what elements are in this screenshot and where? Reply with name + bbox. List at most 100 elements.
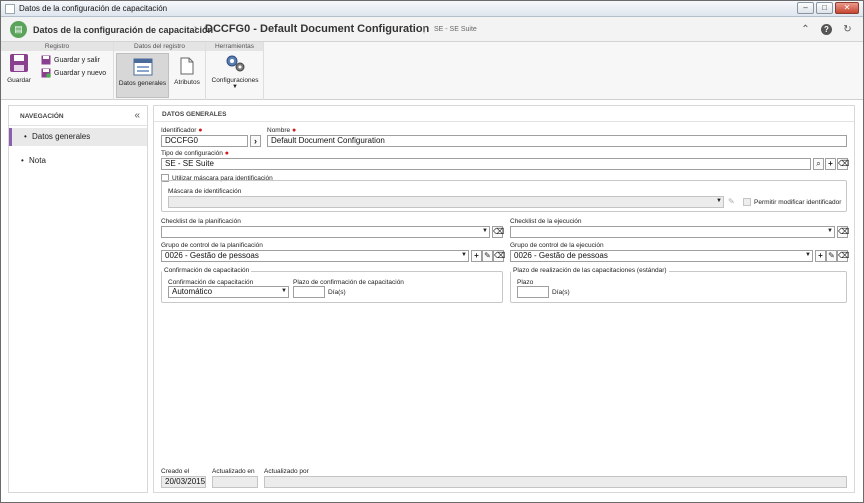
- ribbon-group-registro: Registro Guardar Guardar y salir Guardar…: [1, 42, 114, 100]
- clear-icon[interactable]: ⌫: [837, 226, 849, 238]
- ribbon-group-title: Registro: [1, 42, 113, 51]
- title-bar: Datos de la configuración de capacitació…: [1, 1, 863, 17]
- edit-icon[interactable]: ✎: [826, 250, 837, 262]
- save-new-button[interactable]: Guardar y nuevo: [41, 68, 106, 78]
- confirmation-group-label: Confirmación de capacitación: [162, 267, 252, 274]
- mask-select[interactable]: [168, 196, 724, 208]
- name-label: Nombre ●: [267, 127, 297, 134]
- settings-button[interactable]: Configuraciones ▼: [209, 53, 261, 90]
- checklist-exec-label: Checklist de la ejecución: [510, 218, 582, 225]
- window-title: Datos de la configuración de capacitació…: [19, 4, 168, 13]
- ribbon-group-datos: Datos del registro Datos generales Atrib…: [114, 42, 206, 100]
- navigation-panel: NAVEGACIÓN « • Datos generales • Nota: [8, 105, 148, 493]
- nav-item-general-data[interactable]: • Datos generales: [9, 128, 147, 146]
- settings-label: Configuraciones: [211, 77, 259, 84]
- control-exec-label: Grupo de control de la ejecución: [510, 242, 604, 249]
- close-button[interactable]: ✕: [835, 2, 859, 14]
- general-data-label: Datos generales: [118, 80, 167, 87]
- save-exit-label: Guardar y salir: [54, 56, 100, 64]
- save-exit-icon: [41, 55, 51, 65]
- name-field[interactable]: Default Document Configuration: [267, 135, 847, 147]
- add-icon[interactable]: +: [815, 250, 826, 262]
- add-icon[interactable]: +: [825, 158, 836, 170]
- search-icon[interactable]: ⌕: [813, 158, 824, 170]
- updated-by-label: Actualizado por: [264, 468, 309, 475]
- config-type-label: Tipo de configuración ●: [161, 150, 229, 157]
- completion-term-unit: Día(s): [552, 289, 570, 296]
- clear-icon[interactable]: ⌫: [492, 226, 504, 238]
- header-divider: |: [423, 25, 426, 34]
- document-icon: [180, 57, 194, 75]
- attributes-label: Atributos: [174, 79, 200, 86]
- confirmation-term-label: Plazo de confirmación de capacitación: [293, 279, 404, 286]
- gears-icon: [226, 55, 245, 72]
- clear-icon[interactable]: ⌫: [837, 250, 849, 262]
- mask-label: Máscara de identificación: [168, 188, 242, 195]
- module-logo-icon: ▤: [10, 21, 27, 38]
- form-window-icon: [133, 58, 152, 76]
- checklist-exec-select[interactable]: [510, 226, 835, 238]
- bullet-icon: •: [24, 132, 27, 141]
- completion-group-label: Plazo de realización de las capacitacion…: [511, 267, 669, 274]
- checklist-plan-select[interactable]: [161, 226, 490, 238]
- identifier-field[interactable]: DCCFG0: [161, 135, 248, 147]
- clear-icon[interactable]: ⌫: [493, 250, 505, 262]
- config-type-field[interactable]: SE - SE Suite: [161, 158, 811, 170]
- maximize-button[interactable]: □: [816, 2, 833, 14]
- help-icon[interactable]: ?: [821, 24, 832, 35]
- updated-field: [212, 476, 258, 488]
- ribbon-group-title: Datos del registro: [114, 42, 205, 51]
- page-title: DCCFG0 - Default Document Configuration: [205, 23, 430, 35]
- completion-term-field[interactable]: [517, 286, 549, 298]
- ribbon-group-herramientas: Herramientas Configuraciones ▼: [206, 42, 264, 100]
- refresh-icon[interactable]: ↻: [842, 24, 853, 35]
- save-label: Guardar: [7, 77, 31, 84]
- control-exec-select[interactable]: 0026 - Gestão de pessoas: [510, 250, 813, 262]
- required-icon: ●: [224, 150, 229, 157]
- bullet-icon: •: [21, 156, 24, 165]
- confirmation-term-field[interactable]: [293, 286, 325, 298]
- app-icon: [5, 4, 15, 14]
- completion-groupbox: Plazo de realización de las capacitacion…: [510, 267, 847, 303]
- updated-by-field: [264, 476, 847, 488]
- breadcrumb-parent: Datos de la configuración de capacitació…: [33, 25, 214, 35]
- checklist-plan-label: Checklist de la planificación: [161, 218, 241, 225]
- suite-label: SE - SE Suite: [434, 26, 477, 33]
- completion-term-label: Plazo: [517, 279, 534, 286]
- section-header: DATOS GENERALES: [154, 106, 854, 122]
- confirmation-select[interactable]: Automático: [168, 286, 289, 298]
- navigation-title: NAVEGACIÓN: [20, 113, 64, 120]
- next-arrow-button[interactable]: ›: [250, 135, 261, 147]
- pencil-icon[interactable]: ✎: [728, 197, 735, 206]
- identifier-label: Identificador ●: [161, 127, 203, 134]
- chevron-down-icon: ▼: [232, 84, 238, 90]
- control-plan-label: Grupo de control de la planificación: [161, 242, 263, 249]
- clear-icon[interactable]: ⌫: [837, 158, 849, 170]
- created-field: 20/03/2015: [161, 476, 206, 488]
- general-data-button[interactable]: Datos generales: [116, 53, 169, 98]
- edit-icon[interactable]: ✎: [482, 250, 493, 262]
- nav-item-note[interactable]: • Nota: [9, 152, 147, 170]
- allow-modify-label: Permitir modificar identificador: [754, 199, 842, 206]
- created-label: Creado el: [161, 468, 190, 475]
- allow-modify-checkbox[interactable]: [743, 198, 751, 206]
- collapse-left-icon[interactable]: «: [134, 110, 140, 121]
- add-icon[interactable]: +: [471, 250, 482, 262]
- collapse-up-icon[interactable]: ⌃: [800, 24, 811, 35]
- updated-label: Actualizado en: [212, 468, 255, 475]
- nav-item-label: Datos generales: [32, 132, 91, 141]
- save-exit-button[interactable]: Guardar y salir: [41, 55, 100, 65]
- general-data-panel: DATOS GENERALES Identificador ● DCCFG0 ›…: [153, 105, 855, 493]
- save-new-icon: [41, 68, 51, 78]
- save-new-label: Guardar y nuevo: [54, 69, 107, 77]
- control-plan-select[interactable]: 0026 - Gestão de pessoas: [161, 250, 469, 262]
- nav-item-label: Nota: [29, 156, 46, 165]
- attributes-button[interactable]: Atributos: [172, 53, 202, 86]
- confirmation-term-unit: Día(s): [328, 289, 346, 296]
- ribbon-toolbar: Registro Guardar Guardar y salir Guardar…: [1, 42, 863, 100]
- minimize-button[interactable]: –: [797, 2, 814, 14]
- required-icon: ●: [291, 127, 297, 134]
- save-button[interactable]: Guardar: [6, 53, 32, 84]
- navigation-header: NAVEGACIÓN «: [9, 106, 147, 126]
- application-window: Datos de la configuración de capacitació…: [0, 0, 864, 503]
